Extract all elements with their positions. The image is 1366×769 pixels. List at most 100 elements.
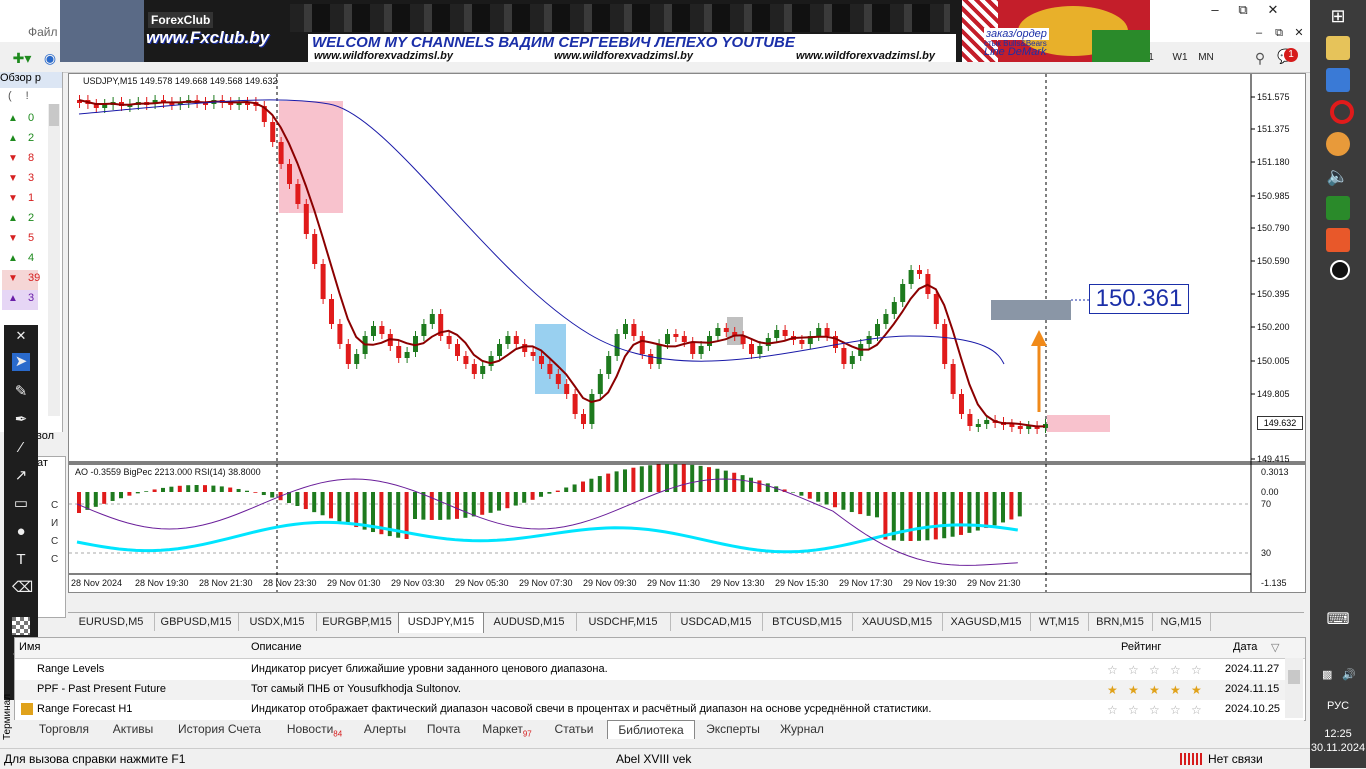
- symbol-tab[interactable]: XAGUSD,M15: [942, 613, 1031, 631]
- explorer-icon[interactable]: [1326, 36, 1350, 60]
- shapes-icon[interactable]: ●: [12, 523, 30, 541]
- pencil-icon[interactable]: ✎: [12, 383, 30, 401]
- col-date[interactable]: Дата: [1233, 641, 1257, 653]
- symbol-tab[interactable]: NG,M15: [1152, 613, 1211, 631]
- rating-star-icon[interactable]: ☆: [1107, 703, 1119, 717]
- terminal-scrollbar[interactable]: [1285, 658, 1303, 718]
- symbol-tab[interactable]: USDJPY,M15: [398, 612, 484, 633]
- market-watch-row[interactable]: ▼ 5: [2, 230, 38, 250]
- symbol-tab[interactable]: BTCUSD,M15: [762, 613, 853, 631]
- close-drawbar-icon[interactable]: ✕: [12, 327, 30, 345]
- col-rating[interactable]: Рейтинг: [1121, 641, 1161, 653]
- trendline-icon[interactable]: ⁄: [12, 439, 30, 457]
- market-watch-row[interactable]: ▼ 39: [2, 270, 40, 290]
- new-order-icon[interactable]: ✚▾: [8, 48, 36, 68]
- market-watch-row[interactable]: ▲ 4: [2, 250, 38, 270]
- text-icon[interactable]: T: [12, 551, 30, 569]
- rating-star-icon[interactable]: ☆: [1170, 663, 1182, 677]
- minimize-button[interactable]: –: [1204, 2, 1226, 18]
- marker-icon[interactable]: ✒: [12, 411, 30, 429]
- terminal-tab[interactable]: Статьи: [545, 720, 603, 738]
- rating-star-icon[interactable]: ☆: [1149, 703, 1161, 717]
- symbol-tab[interactable]: USDX,M15: [238, 613, 317, 631]
- rectangle-icon[interactable]: ▭: [12, 495, 30, 513]
- rating-star-icon[interactable]: ☆: [1191, 663, 1203, 677]
- rating-star-icon[interactable]: ☆: [1191, 703, 1203, 717]
- ray-icon[interactable]: ↗: [12, 467, 30, 485]
- rating-star-icon[interactable]: ★: [1128, 683, 1140, 697]
- terminal-tab[interactable]: Эксперты: [697, 720, 769, 738]
- symbol-tab[interactable]: AUDUSD,M15: [482, 613, 577, 631]
- symbol-tab[interactable]: WT,M15: [1030, 613, 1089, 631]
- symbol-tab[interactable]: EURGBP,M15: [316, 613, 399, 631]
- terminal-tab[interactable]: Почта: [418, 720, 469, 738]
- market-watch-row[interactable]: ▼ 1: [2, 190, 38, 210]
- price-callout[interactable]: 150.361: [1089, 284, 1189, 314]
- rating-star-icon[interactable]: ★: [1149, 683, 1161, 697]
- rating-star-icon[interactable]: ☆: [1170, 703, 1182, 717]
- symbol-tab[interactable]: BRN,M15: [1088, 613, 1153, 631]
- market-watch-title[interactable]: Обзор р: [0, 72, 62, 88]
- rating-star-icon[interactable]: ★: [1170, 683, 1182, 697]
- terminal-tab[interactable]: Активы: [104, 720, 162, 738]
- app-icon-2[interactable]: [1326, 228, 1350, 252]
- language-indicator[interactable]: РУС: [1310, 700, 1366, 712]
- symbol-tab[interactable]: GBPUSD,M15: [154, 613, 239, 631]
- opera-icon[interactable]: [1330, 100, 1354, 124]
- library-row[interactable]: PPF - Past Present Future Тот самый ПНБ о…: [15, 680, 1285, 700]
- record-icon[interactable]: [1330, 260, 1350, 280]
- price-chart[interactable]: 151.575 151.375 151.180 150.985 150.790 150.5…: [68, 73, 1306, 593]
- market-watch-row[interactable]: ▲ 0: [2, 110, 38, 130]
- timeframe-mn-button[interactable]: MN: [1194, 48, 1218, 68]
- speaker-icon[interactable]: 🔊: [1342, 668, 1356, 682]
- close-button[interactable]: ✕: [1262, 2, 1284, 18]
- restore-button[interactable]: ⧉: [1232, 2, 1254, 18]
- terminal-tab[interactable]: Торговля: [28, 720, 100, 738]
- sort-icon[interactable]: ▽: [1271, 641, 1279, 654]
- volume-app-icon[interactable]: 🔈: [1326, 164, 1350, 188]
- symbol-tab[interactable]: USDCAD,M15: [670, 613, 763, 631]
- paint-icon[interactable]: [1326, 132, 1350, 156]
- terminal-tab[interactable]: Журнал: [773, 720, 831, 738]
- symbol-tab[interactable]: USDCHF,M15: [576, 613, 671, 631]
- terminal-tab[interactable]: Новости84: [277, 720, 352, 738]
- start-icon[interactable]: ⊞: [1326, 4, 1350, 28]
- terminal-tab[interactable]: История Счета: [166, 720, 273, 738]
- app-icon-1[interactable]: [1326, 68, 1350, 92]
- market-watch-row[interactable]: ▲ 3: [2, 290, 38, 310]
- terminal-tab[interactable]: Библиотека: [607, 720, 695, 739]
- timeframe-w1-button[interactable]: W1: [1168, 48, 1192, 68]
- child-minimize-button[interactable]: –: [1248, 25, 1270, 41]
- symbol-tab[interactable]: EURUSD,M5: [68, 613, 155, 631]
- keyboard-icon[interactable]: ⌨: [1326, 608, 1350, 632]
- rating-star-icon[interactable]: ☆: [1107, 663, 1119, 677]
- market-watch-row[interactable]: ▼ 3: [2, 170, 38, 190]
- calculator-icon[interactable]: [1326, 196, 1350, 220]
- rating-star-icon[interactable]: ☆: [1128, 703, 1140, 717]
- market-watch-scrollbar[interactable]: [48, 104, 60, 416]
- checker-icon[interactable]: [12, 617, 30, 635]
- col-name[interactable]: Имя: [19, 641, 40, 653]
- search-icon[interactable]: ⚲: [1250, 48, 1270, 68]
- market-watch-row[interactable]: ▼ 8: [2, 150, 38, 170]
- col-description[interactable]: Описание: [251, 641, 302, 653]
- rating-star-icon[interactable]: ★: [1191, 683, 1203, 697]
- child-close-button[interactable]: ✕: [1288, 25, 1310, 41]
- navigator-icon[interactable]: ◉: [40, 48, 60, 68]
- advert-banner[interactable]: ForexClub www.Fxclub.by WELCOM MY CHANNE…: [60, 0, 1150, 62]
- market-watch-row[interactable]: ▲ 2: [2, 130, 38, 150]
- library-row[interactable]: Range Levels Индикатор рисует ближайшие у…: [15, 660, 1285, 680]
- rating-star-icon[interactable]: ☆: [1149, 663, 1161, 677]
- network-icon[interactable]: ▩: [1322, 668, 1336, 682]
- child-restore-button[interactable]: ⧉: [1268, 25, 1290, 41]
- cursor-icon[interactable]: ➤: [12, 353, 30, 371]
- market-watch-row[interactable]: ▲ 2: [2, 210, 38, 230]
- rating-star-icon[interactable]: ☆: [1128, 663, 1140, 677]
- rating-star-icon[interactable]: ★: [1107, 683, 1119, 697]
- chart-canvas[interactable]: 151.575 151.375 151.180 150.985 150.790 150.5…: [69, 74, 1305, 592]
- eraser-icon[interactable]: ⌫: [12, 579, 33, 597]
- terminal-tab[interactable]: Маркет97: [473, 720, 541, 738]
- symbol-tab[interactable]: XAUUSD,M15: [852, 613, 943, 631]
- terminal-tab[interactable]: Алерты: [356, 720, 414, 738]
- menu-file[interactable]: Файл: [28, 25, 58, 39]
